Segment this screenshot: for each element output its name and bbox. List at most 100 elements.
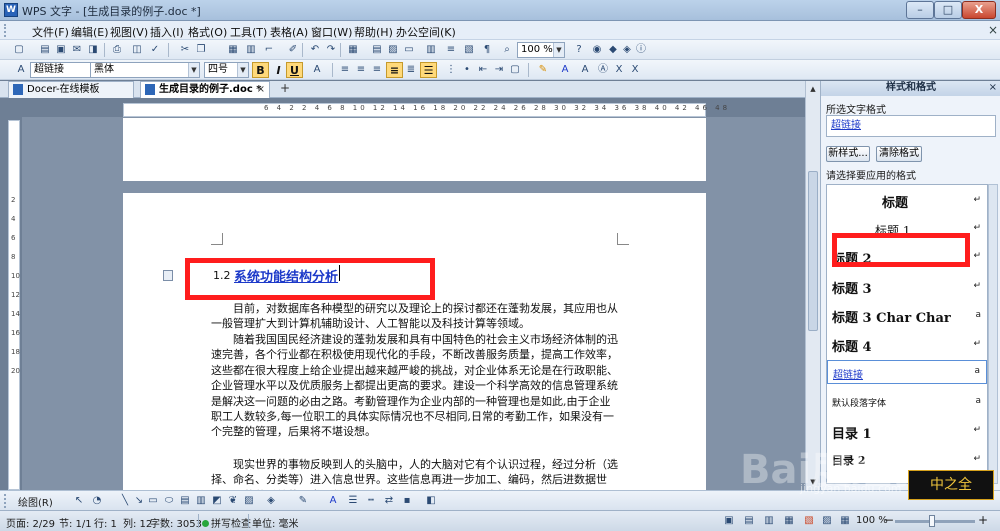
- menu-tools[interactable]: 工具(T): [230, 24, 267, 40]
- clear-format-button[interactable]: 清除格式: [876, 146, 922, 162]
- print-icon[interactable]: ⎙: [110, 43, 124, 57]
- paragraph[interactable]: 目前，对数据库各种模型的研究以及理论上的探讨都还在蓬勃发展，其应用也从一般管理扩…: [211, 301, 621, 332]
- menu-help[interactable]: 帮助(H): [354, 24, 393, 40]
- new-tab-button[interactable]: +: [272, 82, 298, 97]
- horizontal-ruler[interactable]: 6 4 2 2 4 6 8 10 12 14 16 18 20 22 24 26…: [123, 103, 727, 117]
- zoom-out-icon[interactable]: −: [884, 513, 894, 527]
- wordart-icon[interactable]: ◩: [210, 494, 224, 508]
- shadow-icon[interactable]: ▪: [400, 494, 414, 508]
- chevron-down-icon[interactable]: ▼: [237, 63, 248, 77]
- style-item-title[interactable]: 标题 ↵: [827, 187, 987, 215]
- shading-icon[interactable]: A: [578, 63, 592, 77]
- view-page-icon[interactable]: ▣: [722, 514, 736, 528]
- redo-icon[interactable]: ↷: [324, 43, 338, 57]
- minimize-button[interactable]: –: [906, 1, 934, 19]
- view-outline-icon[interactable]: ▥: [762, 514, 776, 528]
- cut-icon[interactable]: ✂: [178, 43, 192, 57]
- navigation-icon[interactable]: ≡: [444, 43, 458, 57]
- zoom-in-icon[interactable]: +: [978, 513, 988, 527]
- underline-button[interactable]: U: [286, 62, 303, 78]
- menu-file[interactable]: 文件(F): [32, 24, 69, 40]
- paragraph-marker-icon[interactable]: [163, 270, 173, 281]
- copy-icon[interactable]: ❐: [194, 43, 208, 57]
- paragraph[interactable]: 现实世界的事物反映到人的头脑中，人的大脑对它有个认识过程，经过分析（选择、命名、…: [211, 457, 621, 490]
- show-marks-icon[interactable]: ¶: [480, 43, 494, 57]
- clipart-icon[interactable]: ❦: [226, 494, 240, 508]
- scroll-up-icon[interactable]: ▲: [807, 83, 819, 95]
- skin-icon[interactable]: ◈: [620, 43, 634, 57]
- new-style-button[interactable]: 新样式...: [826, 146, 870, 162]
- spellcheck-icon[interactable]: ✓: [148, 43, 162, 57]
- view-full-icon[interactable]: ▦: [782, 514, 796, 528]
- rectangle-icon[interactable]: ▭: [146, 494, 160, 508]
- menu-view[interactable]: 视图(V): [110, 24, 148, 40]
- save-icon[interactable]: ▣: [54, 43, 68, 57]
- tab-document[interactable]: 生成目录的例子.doc * ×: [140, 81, 270, 98]
- status-page[interactable]: 页面: 2/29: [6, 515, 55, 530]
- status-spellcheck[interactable]: 拼写检查: [202, 515, 251, 530]
- menu-format[interactable]: 格式(O): [188, 24, 227, 40]
- styles-pane-icon[interactable]: A: [14, 63, 28, 77]
- highlight-icon[interactable]: ✎: [536, 63, 550, 77]
- zoom-dropdown-icon[interactable]: ▦: [838, 514, 852, 528]
- align-center-icon[interactable]: ≡: [354, 63, 368, 77]
- info-icon[interactable]: ⓘ: [634, 43, 648, 57]
- menu-insert[interactable]: 插入(I): [150, 24, 184, 40]
- style-item-heading-4[interactable]: 标题 4 ↵: [827, 331, 987, 359]
- zoom-combo[interactable]: 100 % ▼: [517, 42, 565, 58]
- tab-docer[interactable]: Docer-在线模板: [8, 81, 134, 98]
- email-icon[interactable]: ✉: [70, 43, 84, 57]
- columns-icon[interactable]: ▥: [424, 43, 438, 57]
- line-spacing-button[interactable]: ☰: [420, 62, 437, 78]
- view-reading-icon[interactable]: ▧: [802, 514, 816, 528]
- font-size-increase-icon[interactable]: A: [310, 63, 324, 77]
- draw-menu-button[interactable]: 绘图(R): [18, 494, 53, 509]
- autoshapes-icon[interactable]: ◔: [90, 494, 104, 508]
- office-space-icon[interactable]: ◉: [590, 43, 604, 57]
- font-color-icon[interactable]: A: [558, 63, 572, 77]
- font-color-icon[interactable]: A: [326, 494, 340, 508]
- bullets-icon[interactable]: •: [460, 63, 474, 77]
- page-current[interactable]: 1.2 系统功能结构分析 目前，对数据库各种模型的研究以及理论上的探讨都还在蓬勃…: [123, 193, 706, 490]
- wps-app-icon[interactable]: W: [4, 3, 18, 17]
- style-item-default-font[interactable]: 默认段落字体 a: [827, 388, 987, 416]
- zoom-slider-handle[interactable]: [929, 515, 935, 527]
- dash-style-icon[interactable]: ┅: [364, 494, 378, 508]
- maximize-button[interactable]: □: [934, 1, 962, 19]
- chevron-down-icon[interactable]: ▼: [553, 43, 564, 57]
- document-map-icon[interactable]: ▧: [462, 43, 476, 57]
- enclose-char-icon[interactable]: Ⓐ: [596, 63, 610, 77]
- italic-button[interactable]: I: [270, 62, 287, 78]
- 3d-icon[interactable]: ◧: [424, 494, 438, 508]
- arrow-style-icon[interactable]: ⇄: [382, 494, 396, 508]
- status-unit[interactable]: 单位: 毫米: [252, 515, 299, 530]
- fill-color-icon[interactable]: ◈: [264, 494, 278, 508]
- increase-indent-icon[interactable]: ⇥: [492, 63, 506, 77]
- draw-table-icon[interactable]: ▤: [370, 43, 384, 57]
- clear-format-icon[interactable]: ✐: [286, 43, 300, 57]
- bold-button[interactable]: B: [252, 62, 269, 78]
- numbering-icon[interactable]: ⋮: [444, 63, 458, 77]
- undo-icon[interactable]: ↶: [308, 43, 322, 57]
- vertical-textbox-icon[interactable]: ▥: [194, 494, 208, 508]
- menu-window[interactable]: 窗口(W): [311, 24, 352, 40]
- view-web-icon[interactable]: ▤: [742, 514, 756, 528]
- view-options-icon[interactable]: ▨: [820, 514, 834, 528]
- font-combo[interactable]: 黑体 ▼: [90, 62, 200, 78]
- style-item-heading-3-char[interactable]: 标题 3 Char Char a: [827, 302, 987, 330]
- style-item-hyperlink[interactable]: 超链接 a: [827, 360, 987, 384]
- docer-icon[interactable]: ◆: [606, 43, 620, 57]
- paste-special-icon[interactable]: ▥: [244, 43, 258, 57]
- border-icon[interactable]: ▢: [508, 63, 522, 77]
- justify-button[interactable]: ≡: [386, 62, 403, 78]
- format-painter-icon[interactable]: ⌐: [262, 43, 276, 57]
- align-left-icon[interactable]: ≡: [338, 63, 352, 77]
- menu-close-icon[interactable]: ×: [988, 23, 998, 37]
- select-pointer-icon[interactable]: ↖: [72, 494, 86, 508]
- textbox-icon[interactable]: ▤: [178, 494, 192, 508]
- open-icon[interactable]: ▤: [38, 43, 52, 57]
- line-color-icon[interactable]: ✎: [296, 494, 310, 508]
- menu-office-space[interactable]: 办公空间(K): [396, 24, 456, 40]
- picture-icon[interactable]: ▨: [242, 494, 256, 508]
- paste-icon[interactable]: ▦: [226, 43, 240, 57]
